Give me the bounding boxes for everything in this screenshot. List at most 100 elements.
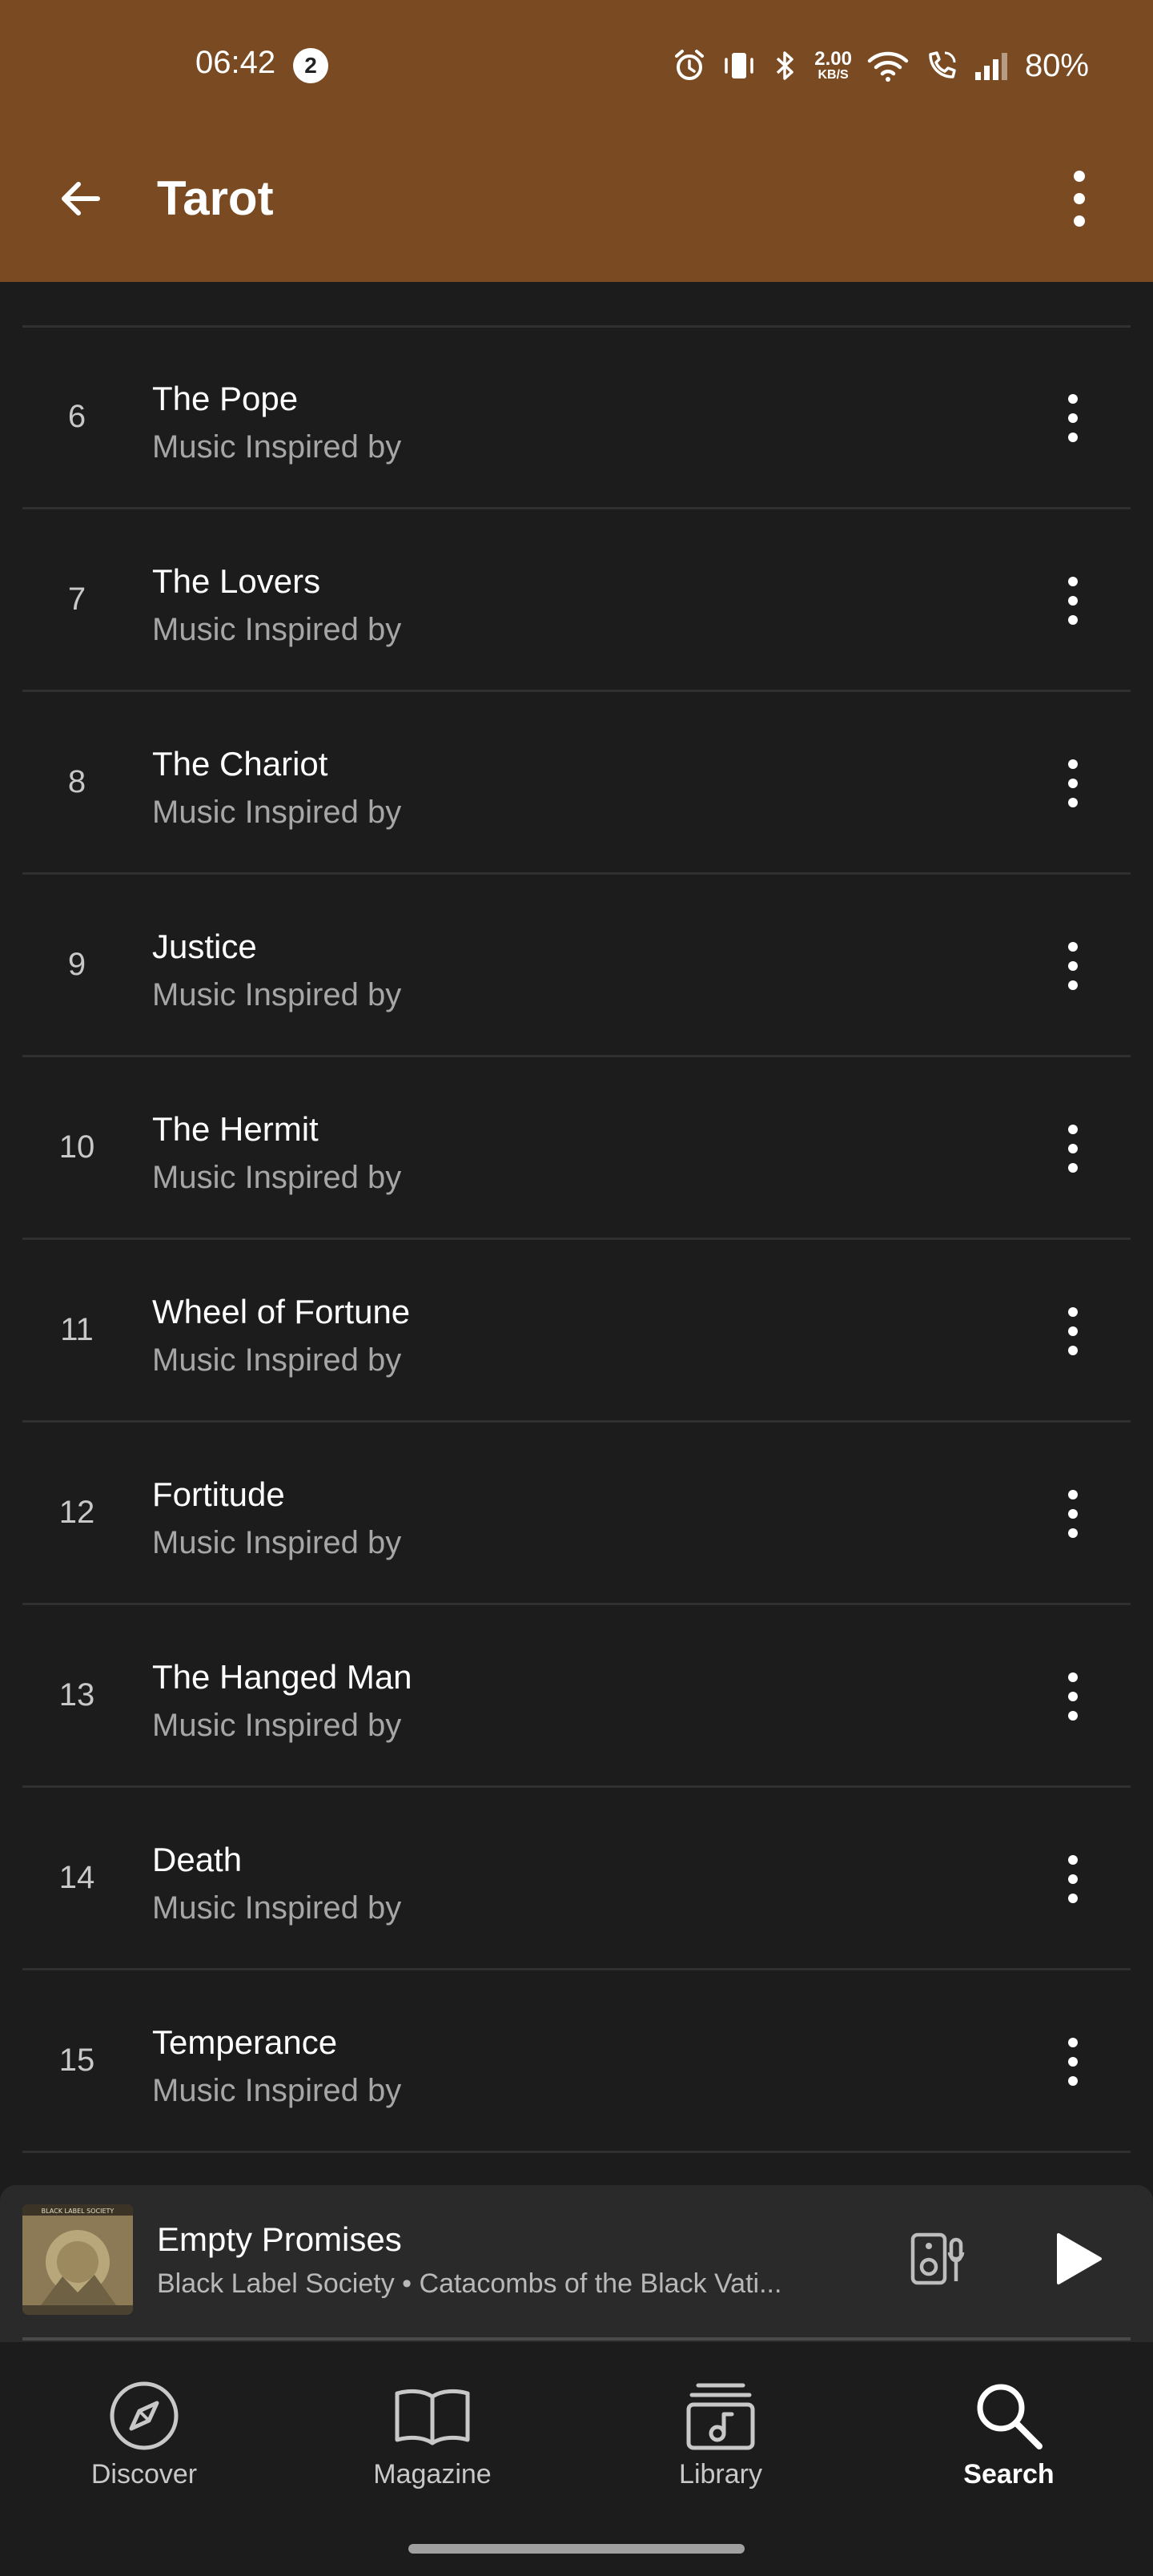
track-more-button[interactable] (1034, 1841, 1111, 1918)
more-vert-icon (1068, 942, 1078, 990)
more-vert-icon (1068, 1855, 1078, 1903)
overflow-menu-button[interactable] (1041, 160, 1118, 237)
track-number: 10 (58, 1129, 95, 1165)
mini-player[interactable]: BLACK LABEL SOCIETY Empty Promises Black… (0, 2185, 1153, 2342)
vibrate-icon (721, 48, 757, 83)
wifi-call-icon (924, 48, 959, 83)
track-subtitle: Music Inspired by (152, 429, 402, 465)
more-vert-icon (1068, 577, 1078, 625)
nav-label: Library (679, 2459, 762, 2489)
notification-count-badge: 2 (293, 48, 328, 83)
album-art: BLACK LABEL SOCIETY (22, 2204, 133, 2315)
track-number: 12 (58, 1495, 95, 1530)
alarm-icon (672, 48, 707, 83)
track-subtitle: Music Inspired by (152, 1890, 402, 1926)
track-title: The Chariot (152, 745, 328, 783)
page-title: Tarot (157, 171, 274, 225)
more-vert-icon (1068, 759, 1078, 807)
data-rate: 2.00 KB/S (814, 48, 852, 82)
more-vert-icon (1068, 394, 1078, 442)
book-icon (395, 2389, 470, 2445)
track-subtitle: Music Inspired by (152, 795, 402, 830)
track-row[interactable]: 9 Justice Music Inspired by (22, 875, 1131, 1057)
track-number: 13 (58, 1677, 95, 1713)
speaker-icon (910, 2232, 965, 2285)
track-title: Fortitude (152, 1475, 285, 1513)
track-title: The Hanged Man (152, 1658, 412, 1696)
more-vert-icon (1068, 1307, 1078, 1355)
now-playing-title: Empty Promises (157, 2220, 402, 2258)
home-indicator[interactable] (408, 2544, 745, 2554)
track-row[interactable]: 6 The Pope Music Inspired by (22, 327, 1131, 509)
status-time: 06:42 (195, 45, 276, 80)
arrow-left-icon (62, 182, 100, 215)
bluetooth-icon (771, 48, 800, 83)
app-bar: Tarot (0, 135, 1153, 282)
track-subtitle: Music Inspired by (152, 612, 402, 647)
nav-label: Search (963, 2459, 1055, 2489)
track-more-button[interactable] (1034, 380, 1111, 457)
track-title: Temperance (152, 2023, 338, 2061)
track-row[interactable]: 10 The Hermit Music Inspired by (22, 1057, 1131, 1240)
nav-label: Discover (90, 2459, 198, 2489)
track-more-button[interactable] (1034, 1475, 1111, 1552)
track-subtitle: Music Inspired by (152, 1525, 402, 1560)
nav-library[interactable]: Library (601, 2376, 841, 2504)
nav-discover[interactable]: Discover (24, 2376, 264, 2504)
track-more-button[interactable] (1034, 1293, 1111, 1370)
top-header: 06:42 2 2.00 KB/S 80% Tarot (0, 0, 1153, 282)
track-subtitle: Music Inspired by (152, 1708, 402, 1743)
track-row[interactable]: 11 Wheel of Fortune Music Inspired by (22, 1240, 1131, 1423)
play-button[interactable] (1038, 2219, 1118, 2299)
track-subtitle: Music Inspired by (152, 1160, 402, 1195)
track-number: 6 (67, 399, 86, 434)
battery-percentage: 80% (1024, 47, 1089, 83)
track-more-button[interactable] (1034, 745, 1111, 822)
now-playing-subtitle: Black Label Society • Catacombs of the B… (157, 2268, 782, 2299)
track-number: 9 (67, 947, 86, 982)
track-title: Wheel of Fortune (152, 1293, 411, 1330)
track-subtitle: Music Inspired by (152, 977, 402, 1012)
playback-progress (22, 2337, 1131, 2341)
track-title: The Hermit (152, 1110, 319, 1148)
output-device-button[interactable] (898, 2219, 978, 2299)
play-icon (1057, 2233, 1102, 2284)
track-subtitle: Music Inspired by (152, 2073, 402, 2108)
track-number: 7 (67, 582, 86, 617)
more-vert-icon (1074, 171, 1085, 227)
track-title: The Lovers (152, 562, 321, 600)
track-row[interactable]: 7 The Lovers Music Inspired by (22, 509, 1131, 692)
signal-icon (974, 48, 1010, 83)
status-bar: 06:42 2 2.00 KB/S 80% (0, 0, 1153, 135)
wifi-icon (866, 48, 910, 83)
track-row[interactable]: 12 Fortitude Music Inspired by (22, 1423, 1131, 1605)
more-vert-icon (1068, 2038, 1078, 2086)
compass-icon (110, 2381, 179, 2450)
track-row[interactable]: 14 Death Music Inspired by (22, 1788, 1131, 1970)
track-number: 14 (58, 1860, 95, 1895)
track-row[interactable]: 13 The Hanged Man Music Inspired by (22, 1605, 1131, 1788)
track-title: The Pope (152, 380, 299, 417)
track-more-button[interactable] (1034, 562, 1111, 639)
search-icon (977, 2384, 1043, 2449)
nav-label: Magazine (373, 2459, 492, 2489)
track-title: Death (152, 1841, 243, 1878)
track-more-button[interactable] (1034, 1658, 1111, 1735)
track-row[interactable]: 8 The Chariot Music Inspired by (22, 692, 1131, 875)
track-subtitle: Music Inspired by (152, 1342, 402, 1378)
nav-magazine[interactable]: Magazine (312, 2376, 552, 2504)
status-icons: 2.00 KB/S 80% (672, 42, 1089, 90)
track-number: 11 (60, 1312, 94, 1347)
more-vert-icon (1068, 1125, 1078, 1173)
album-art-label: BLACK LABEL SOCIETY (42, 2208, 114, 2215)
nav-search[interactable]: Search (889, 2376, 1129, 2504)
track-number: 8 (67, 764, 86, 799)
more-vert-icon (1068, 1672, 1078, 1721)
track-number: 15 (58, 2043, 95, 2078)
track-row[interactable]: 15 Temperance Music Inspired by (22, 1970, 1131, 2153)
track-more-button[interactable] (1034, 928, 1111, 1004)
bottom-navigation: Discover Magazine Library Search (0, 2342, 1153, 2576)
back-button[interactable] (42, 160, 119, 237)
track-more-button[interactable] (1034, 1110, 1111, 1187)
track-more-button[interactable] (1034, 2023, 1111, 2100)
